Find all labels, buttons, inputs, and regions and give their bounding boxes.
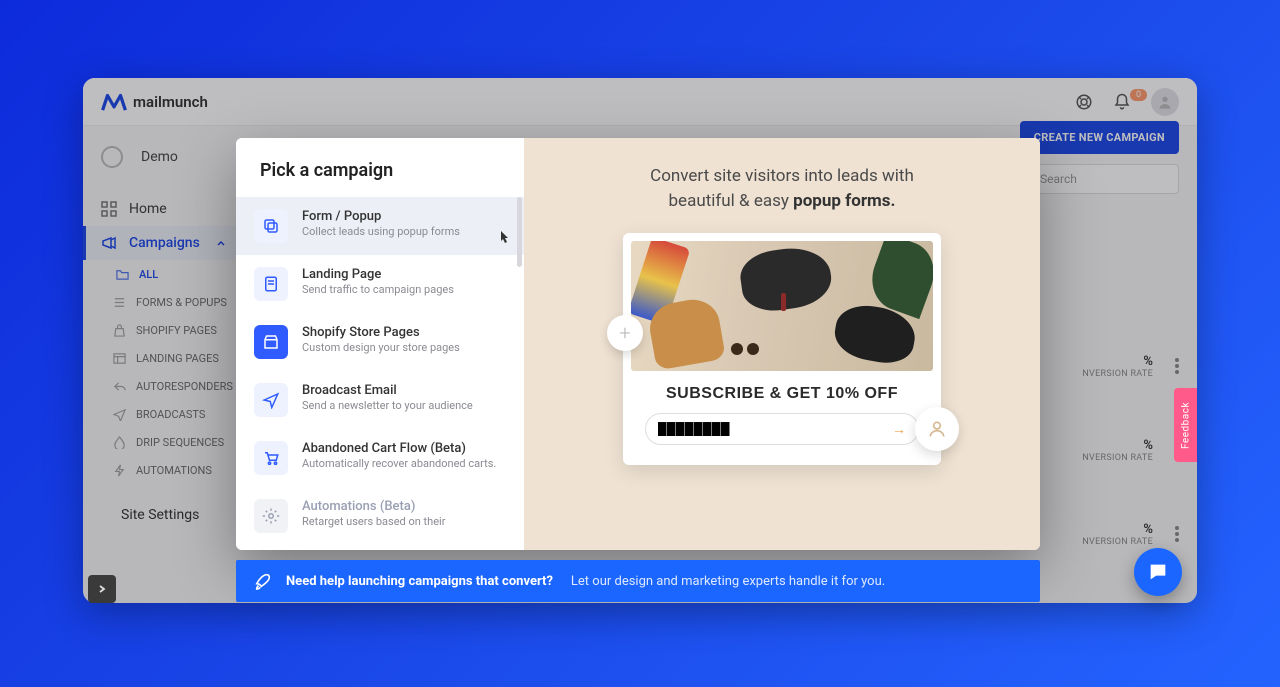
modal-preview-pane: Convert site visitors into leads with be… xyxy=(524,138,1040,550)
layers-icon xyxy=(254,209,288,243)
help-headline: Need help launching campaigns that conve… xyxy=(286,574,553,589)
preview-headline: Convert site visitors into leads with be… xyxy=(650,164,914,213)
campaign-option-automations[interactable]: Automations (Beta) Retarget users based … xyxy=(236,487,524,545)
collapse-nav-button[interactable] xyxy=(88,575,116,603)
help-banner[interactable]: Need help launching campaigns that conve… xyxy=(236,560,1040,602)
modal-title: Pick a campaign xyxy=(236,138,524,197)
popup-preview-card: SUBSCRIBE & GET 10% OFF → + xyxy=(623,233,941,465)
chat-launcher[interactable] xyxy=(1134,548,1182,596)
page-icon xyxy=(254,267,288,301)
scrollbar[interactable] xyxy=(517,197,522,267)
popup-email-input[interactable]: → xyxy=(645,413,919,445)
store-icon xyxy=(254,325,288,359)
pick-campaign-modal: Pick a campaign Form / Popup Collect lea… xyxy=(236,138,1040,550)
brush-icon xyxy=(254,572,272,590)
campaign-option-form-popup[interactable]: Form / Popup Collect leads using popup f… xyxy=(236,197,524,255)
campaign-option-abandoned-cart[interactable]: Abandoned Cart Flow (Beta) Automatically… xyxy=(236,429,524,487)
cursor-icon xyxy=(496,229,512,245)
feedback-tab[interactable]: Feedback xyxy=(1174,388,1197,462)
campaign-option-shopify[interactable]: Shopify Store Pages Custom design your s… xyxy=(236,313,524,371)
campaign-option-landing-page[interactable]: Landing Page Send traffic to campaign pa… xyxy=(236,255,524,313)
persona-fab[interactable] xyxy=(915,407,959,451)
campaign-option-broadcast[interactable]: Broadcast Email Send a newsletter to you… xyxy=(236,371,524,429)
popup-title: SUBSCRIBE & GET 10% OFF xyxy=(631,385,933,403)
send-icon xyxy=(254,383,288,417)
modal-campaign-list: Pick a campaign Form / Popup Collect lea… xyxy=(236,138,524,550)
cart-icon xyxy=(254,441,288,475)
popup-hero-image xyxy=(631,241,933,371)
gear-icon xyxy=(254,499,288,533)
submit-arrow-icon[interactable]: → xyxy=(892,421,906,438)
email-field[interactable] xyxy=(658,422,892,436)
help-subtext: Let our design and marketing experts han… xyxy=(571,574,885,589)
